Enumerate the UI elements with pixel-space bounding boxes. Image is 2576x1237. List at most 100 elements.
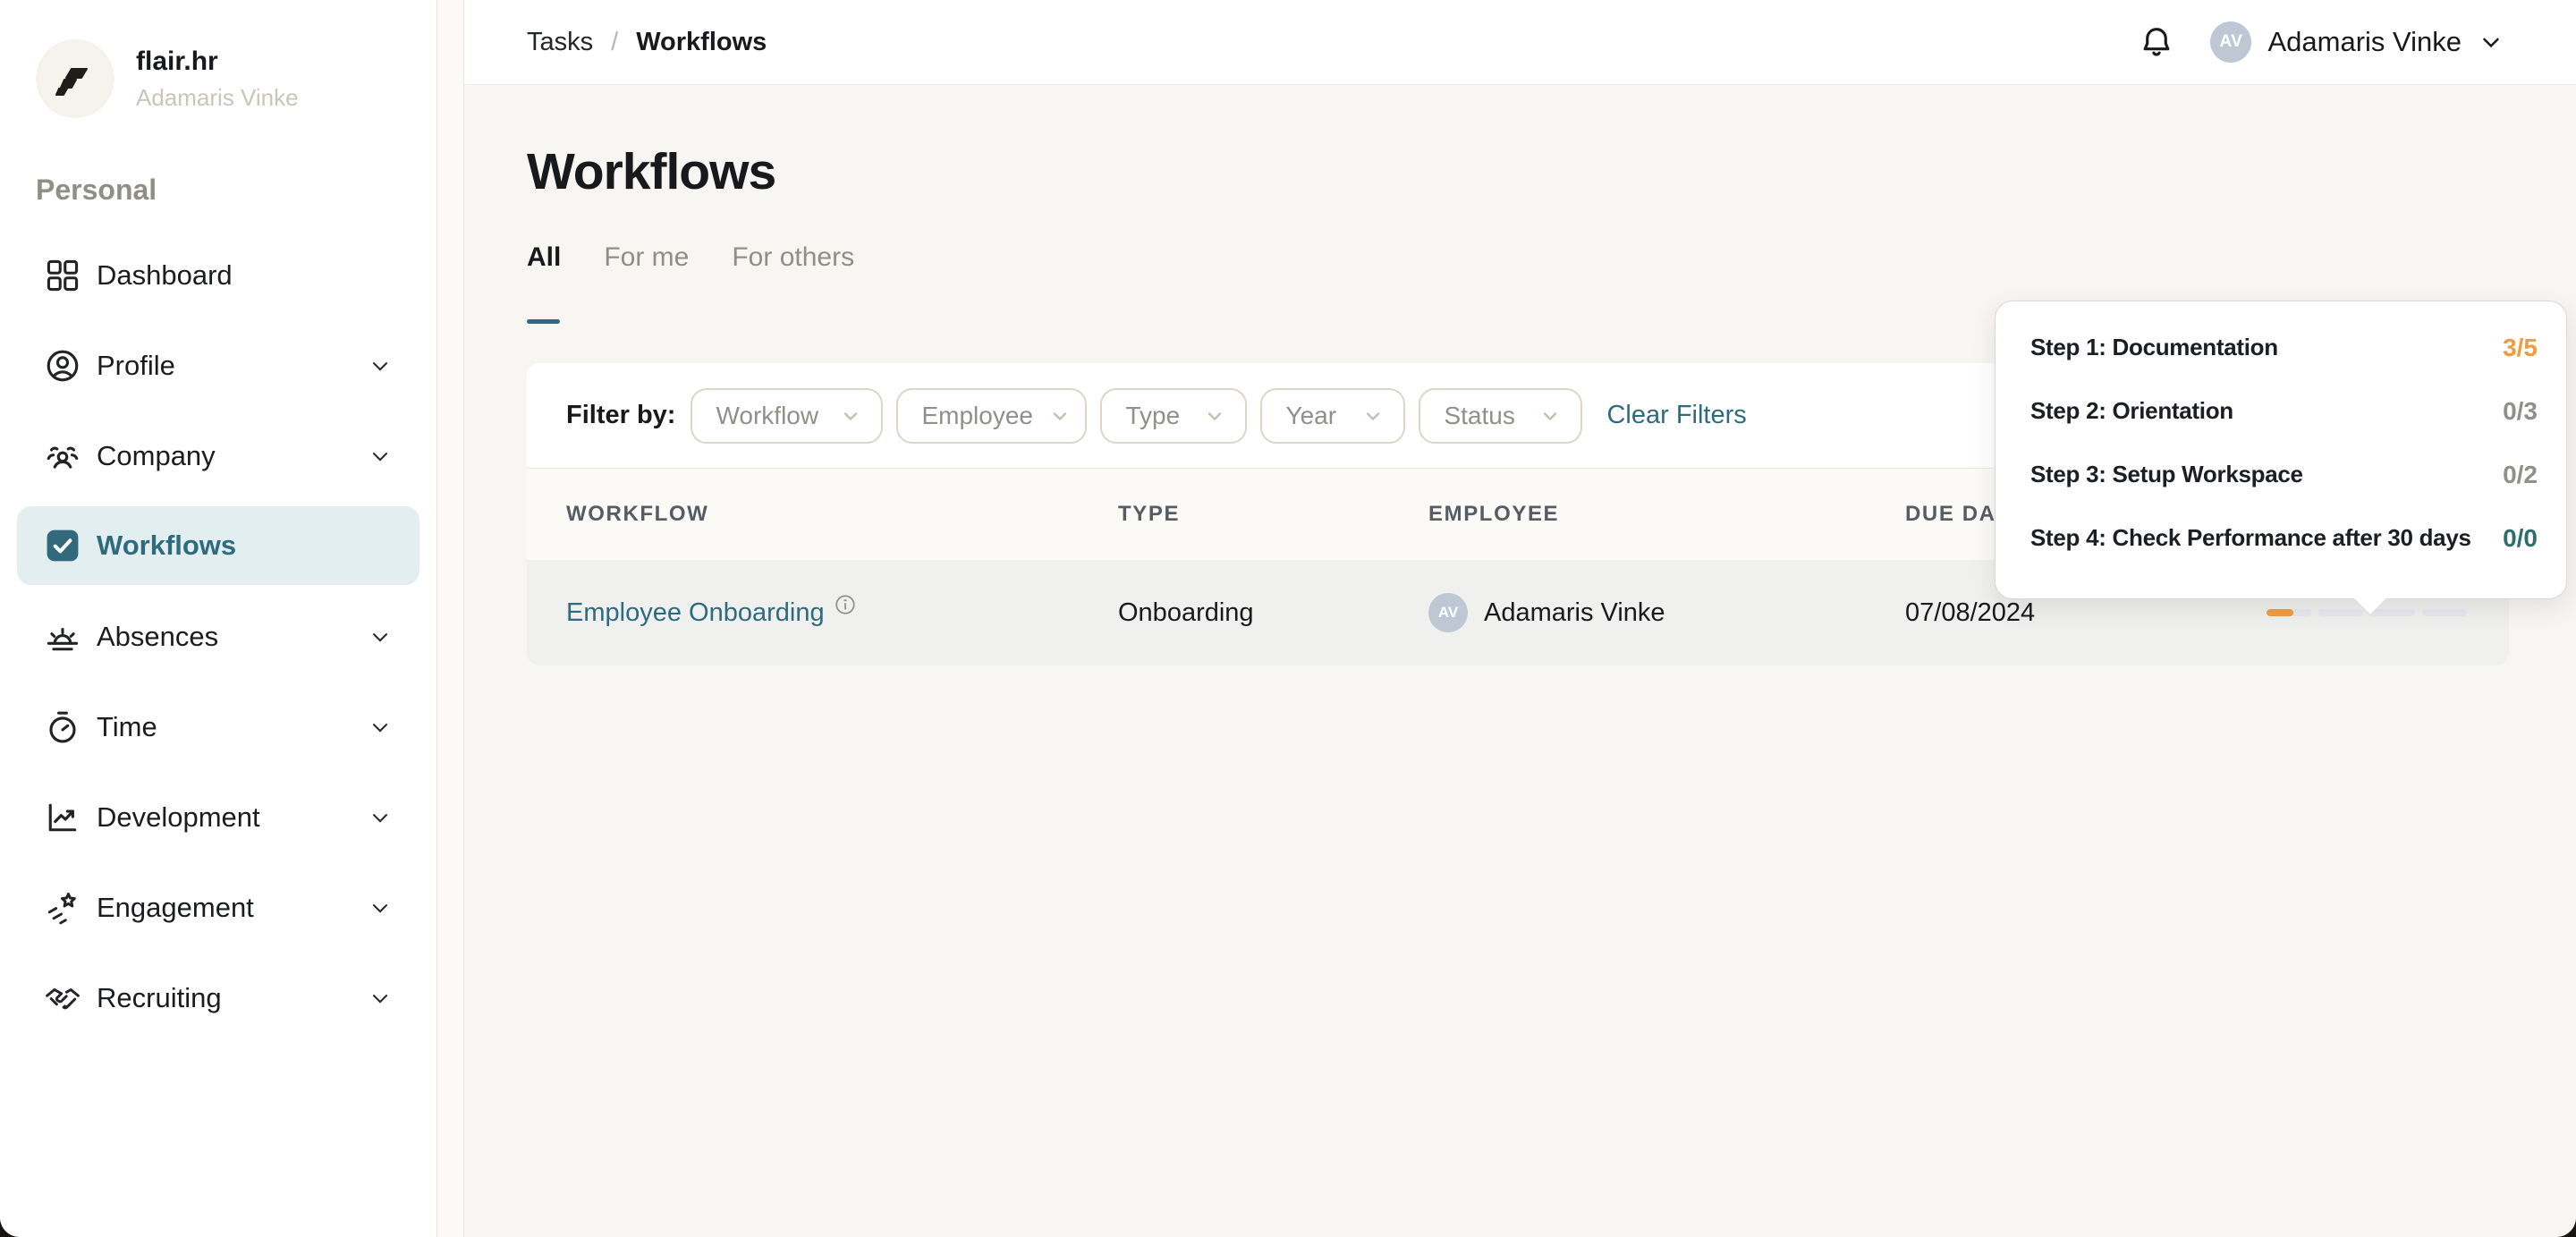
checkbox-icon — [43, 526, 82, 565]
tooltip-step-row: Step 2: Orientation 0/3 — [2030, 379, 2538, 443]
employee-cell: AV Adamaris Vinke — [1428, 593, 1905, 632]
filter-dropdown-label: Employee — [921, 402, 1033, 430]
sidebar-item-label: Development — [97, 801, 368, 834]
content: Workflows All For me For others Filter b… — [464, 85, 2576, 1237]
user-menu[interactable]: AV Adamaris Vinke — [2210, 21, 2504, 63]
sidebar-item-engagement[interactable]: Engagement — [0, 862, 436, 953]
sidebar-item-company[interactable]: Company — [0, 411, 436, 501]
chevron-down-icon — [368, 444, 393, 469]
filter-dropdown-label: Status — [1444, 402, 1514, 430]
sidebar-item-absences[interactable]: Absences — [0, 591, 436, 682]
chevron-down-icon — [368, 624, 393, 649]
step-progress-value: 3/5 — [2503, 334, 2538, 362]
brand-name: flair.hr — [136, 47, 299, 77]
column-header-workflow: WORKFLOW — [566, 502, 1118, 527]
clear-filters-link[interactable]: Clear Filters — [1606, 401, 1746, 430]
sidebar-item-time[interactable]: Time — [0, 682, 436, 772]
profile-icon — [43, 346, 82, 386]
main-area: Tasks / Workflows AV Adamaris Vinke — [464, 0, 2576, 1237]
brand[interactable]: flair.hr Adamaris Vinke — [0, 0, 436, 118]
chevron-down-icon — [368, 715, 393, 740]
tab-for-me[interactable]: For me — [604, 242, 689, 273]
due-date-cell: 07/08/2024 — [1905, 598, 2267, 628]
tooltip-step-row: Step 1: Documentation 3/5 — [2030, 316, 2538, 379]
column-header-type: TYPE — [1118, 502, 1428, 527]
sidebar-rail — [437, 0, 464, 1237]
tab-for-others[interactable]: For others — [732, 242, 854, 273]
column-header-employee: EMPLOYEE — [1428, 502, 1905, 527]
workflow-steps-tooltip: Step 1: Documentation 3/5 Step 2: Orient… — [1995, 301, 2567, 599]
sidebar-item-dashboard[interactable]: Dashboard — [0, 230, 436, 320]
chevron-down-icon — [840, 405, 861, 427]
page-title: Workflows — [527, 142, 2510, 201]
chevron-down-icon — [368, 353, 393, 378]
progress-segment[interactable] — [2267, 609, 2311, 616]
active-tab-indicator — [527, 319, 560, 324]
progress-segment[interactable] — [2422, 609, 2467, 616]
step-progress-value: 0/2 — [2503, 461, 2538, 489]
chevron-down-icon — [368, 895, 393, 920]
stopwatch-icon — [43, 707, 82, 747]
user-name: Adamaris Vinke — [2267, 26, 2462, 58]
tabs: All For me For others — [527, 242, 2510, 273]
notification-bell-icon[interactable] — [2137, 22, 2176, 62]
filter-dropdown-label: Year — [1285, 402, 1336, 430]
breadcrumb-separator: / — [611, 28, 618, 57]
sidebar: flair.hr Adamaris Vinke Personal Dashboa… — [0, 0, 437, 1237]
employee-name: Adamaris Vinke — [1484, 598, 1665, 628]
filter-dropdown-status[interactable]: Status — [1419, 388, 1582, 444]
breadcrumb-tasks[interactable]: Tasks — [527, 28, 593, 57]
filter-dropdown-employee[interactable]: Employee — [896, 388, 1087, 444]
step-progress-value: 0/3 — [2503, 397, 2538, 426]
sidebar-item-label: Recruiting — [97, 982, 368, 1014]
filter-dropdown-workflow[interactable]: Workflow — [691, 388, 883, 444]
sunrise-icon — [43, 617, 82, 657]
filter-dropdown-label: Workflow — [716, 402, 818, 430]
dashboard-grid-icon — [43, 256, 82, 295]
filter-by-label: Filter by: — [566, 401, 675, 430]
company-people-icon — [43, 436, 82, 476]
info-icon[interactable] — [834, 593, 857, 616]
topbar: Tasks / Workflows AV Adamaris Vinke — [464, 0, 2576, 85]
sidebar-item-development[interactable]: Development — [0, 772, 436, 862]
workflow-link[interactable]: Employee Onboarding — [566, 598, 857, 628]
sidebar-item-label: Company — [97, 440, 368, 472]
chevron-down-icon — [368, 805, 393, 830]
breadcrumb: Tasks / Workflows — [527, 28, 767, 57]
filter-dropdown-label: Type — [1125, 402, 1180, 430]
sidebar-item-workflows[interactable]: Workflows — [17, 506, 419, 585]
sidebar-item-label: Engagement — [97, 892, 368, 924]
chevron-down-icon — [368, 986, 393, 1011]
step-label: Step 4: Check Performance after 30 days — [2030, 524, 2471, 552]
chevron-down-icon — [1539, 405, 1561, 427]
sidebar-item-label: Dashboard — [97, 259, 393, 292]
sidebar-section-label: Personal — [36, 174, 436, 207]
sidebar-item-label: Absences — [97, 621, 368, 653]
sidebar-item-profile[interactable]: Profile — [0, 320, 436, 411]
avatar: AV — [2210, 21, 2251, 63]
sidebar-item-label: Profile — [97, 350, 368, 382]
progress-segment[interactable] — [2318, 609, 2363, 616]
sidebar-item-label: Workflows — [97, 530, 393, 562]
avatar: AV — [1428, 593, 1468, 632]
tab-all[interactable]: All — [527, 242, 561, 273]
app-window: flair.hr Adamaris Vinke Personal Dashboa… — [0, 0, 2576, 1237]
tooltip-step-row: Step 4: Check Performance after 30 days … — [2030, 506, 2538, 570]
shooting-star-icon — [43, 888, 82, 928]
chevron-down-icon — [1049, 405, 1071, 427]
chevron-down-icon — [2478, 29, 2504, 55]
sidebar-item-recruiting[interactable]: Recruiting — [0, 953, 436, 1043]
chevron-down-icon — [1204, 405, 1225, 427]
workflow-link-label: Employee Onboarding — [566, 598, 825, 628]
chart-line-icon — [43, 798, 82, 837]
sidebar-nav: Dashboard Profile — [0, 230, 436, 1043]
progress-segment[interactable] — [2370, 609, 2415, 616]
topbar-right: AV Adamaris Vinke — [2137, 21, 2504, 63]
step-label: Step 1: Documentation — [2030, 334, 2278, 361]
filter-dropdown-type[interactable]: Type — [1100, 388, 1247, 444]
tooltip-step-row: Step 3: Setup Workspace 0/2 — [2030, 443, 2538, 506]
filter-dropdown-year[interactable]: Year — [1260, 388, 1405, 444]
flair-logo-icon — [36, 39, 114, 118]
chevron-down-icon — [1362, 405, 1384, 427]
breadcrumb-workflows: Workflows — [636, 28, 767, 57]
